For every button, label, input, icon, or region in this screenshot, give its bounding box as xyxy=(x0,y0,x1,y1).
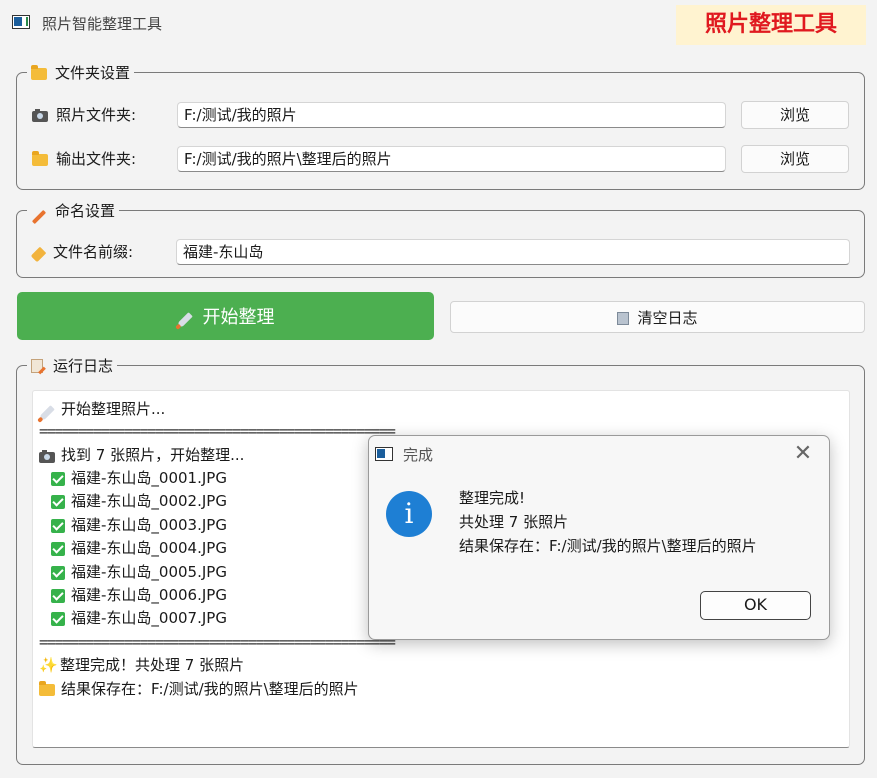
ok-button[interactable]: OK xyxy=(700,591,811,620)
log-file-row: 福建-东山岛_0006.JPG xyxy=(51,585,227,605)
log-file-name: 福建-东山岛_0005.JPG xyxy=(71,563,227,581)
log-file-name: 福建-东山岛_0001.JPG xyxy=(71,469,227,487)
folder-settings-legend: 文件夹设置 xyxy=(27,62,134,83)
browse-output-folder-button[interactable]: 浏览 xyxy=(741,145,849,173)
check-icon xyxy=(51,495,65,509)
main-window: 照片智能整理工具 照片整理工具 文件夹设置 照片文件夹: F:/测试/我的照片 … xyxy=(0,0,877,778)
start-organize-label: 开始整理 xyxy=(202,307,275,328)
photo-folder-label: 照片文件夹: xyxy=(56,106,137,124)
dialog-message-line1: 整理完成! xyxy=(459,489,526,507)
log-file-name: 福建-东山岛_0004.JPG xyxy=(71,539,227,557)
log-line: 找到 7 张照片，开始整理... xyxy=(39,445,244,465)
log-line: 开始整理照片... xyxy=(39,399,166,421)
check-icon xyxy=(51,612,65,626)
log-done-text: 整理完成！共处理 7 张照片 xyxy=(60,656,245,674)
clear-log-button[interactable]: 清空日志 xyxy=(450,301,865,333)
check-icon xyxy=(51,566,65,580)
folder-settings-title: 文件夹设置 xyxy=(55,64,131,82)
check-icon xyxy=(51,472,65,486)
sparkle-icon: ✨ xyxy=(39,655,58,674)
tag-icon xyxy=(30,246,47,263)
log-file-row: 福建-东山岛_0002.JPG xyxy=(51,491,227,511)
naming-settings-legend: 命名设置 xyxy=(27,200,119,224)
photo-folder-input[interactable]: F:/测试/我的照片 xyxy=(177,102,726,128)
folder-icon xyxy=(39,681,55,696)
window-title: 照片智能整理工具 xyxy=(42,15,163,33)
naming-settings-title: 命名设置 xyxy=(55,202,116,220)
check-icon xyxy=(51,519,65,533)
log-saved-text: 结果保存在：F:/测试/我的照片\整理后的照片 xyxy=(61,680,359,698)
trash-icon xyxy=(617,311,630,325)
start-organize-button[interactable]: 开始整理 xyxy=(17,292,434,340)
app-window-icon xyxy=(12,15,30,29)
log-legend: 运行日志 xyxy=(27,355,117,376)
photo-folder-label-row: 照片文件夹: xyxy=(32,104,136,125)
log-line: 结果保存在：F:/测试/我的照片\整理后的照片 xyxy=(39,679,359,699)
log-found-text: 找到 7 张照片，开始整理... xyxy=(61,446,245,464)
info-icon: i xyxy=(386,491,432,537)
prefix-label: 文件名前缀: xyxy=(53,243,134,261)
log-file-name: 福建-东山岛_0006.JPG xyxy=(71,586,227,604)
camera-icon xyxy=(39,449,55,463)
pencil-icon xyxy=(31,209,47,224)
output-folder-input[interactable]: F:/测试/我的照片\整理后的照片 xyxy=(177,146,726,172)
log-file-row: 福建-东山岛_0003.JPG xyxy=(51,515,227,535)
log-file-name: 福建-东山岛_0002.JPG xyxy=(71,492,227,510)
log-file-row: 福建-东山岛_0004.JPG xyxy=(51,538,227,558)
log-file-name: 福建-东山岛_0003.JPG xyxy=(71,516,227,534)
completion-dialog: 完成 ✕ i 整理完成! 共处理 7 张照片 结果保存在：F:/测试/我的照片\… xyxy=(368,435,830,640)
dialog-title: 完成 xyxy=(403,446,434,464)
dialog-window-icon xyxy=(375,447,393,461)
title-bar: 照片智能整理工具 照片整理工具 xyxy=(0,0,877,48)
rocket-icon xyxy=(176,312,193,328)
dialog-message-line3: 结果保存在：F:/测试/我的照片\整理后的照片 xyxy=(459,537,757,555)
prefix-label-row: 文件名前缀: xyxy=(30,241,134,263)
log-file-row: 福建-东山岛_0001.JPG xyxy=(51,468,227,488)
output-folder-label-row: 输出文件夹: xyxy=(32,148,136,169)
log-separator: ========================================… xyxy=(39,633,396,651)
memo-icon xyxy=(31,358,43,373)
log-title: 运行日志 xyxy=(53,357,114,375)
log-start-text: 开始整理照片... xyxy=(61,400,166,418)
clear-log-label: 清空日志 xyxy=(637,308,698,327)
output-folder-label: 输出文件夹: xyxy=(56,150,137,168)
check-icon xyxy=(51,542,65,556)
dialog-message-line2: 共处理 7 张照片 xyxy=(459,513,569,531)
log-line: ✨ 整理完成！共处理 7 张照片 xyxy=(39,655,244,675)
log-file-row: 福建-东山岛_0007.JPG xyxy=(51,608,227,628)
log-file-row: 福建-东山岛_0005.JPG xyxy=(51,562,227,582)
close-icon[interactable]: ✕ xyxy=(789,440,817,468)
log-file-name: 福建-东山岛_0007.JPG xyxy=(71,609,227,627)
folder-icon xyxy=(32,150,48,166)
prefix-input[interactable]: 福建-东山岛 xyxy=(176,239,850,265)
browse-photo-folder-button[interactable]: 浏览 xyxy=(741,101,849,129)
brand-banner: 照片整理工具 xyxy=(676,5,866,45)
camera-icon xyxy=(32,109,48,122)
rocket-icon xyxy=(39,405,55,421)
log-separator: ========================================… xyxy=(39,422,396,440)
folder-icon xyxy=(31,64,47,80)
check-icon xyxy=(51,589,65,603)
